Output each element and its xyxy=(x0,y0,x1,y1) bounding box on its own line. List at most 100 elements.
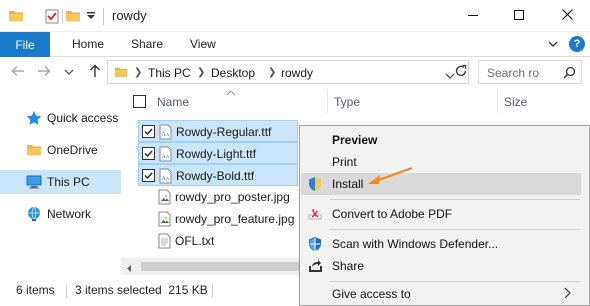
menu-item-give-access[interactable]: Give access to xyxy=(301,283,581,305)
status-separator xyxy=(212,284,213,298)
menu-item-label: Give access to xyxy=(332,287,411,301)
title-bar: rowdy xyxy=(0,0,590,32)
computer-icon xyxy=(26,174,42,190)
column-header-name[interactable]: Name xyxy=(157,95,189,109)
search-input[interactable]: Search ro xyxy=(487,66,539,80)
address-bar[interactable]: ❯ This PC ❯ Desktop ❯ rowdy xyxy=(107,60,469,84)
menu-item-install[interactable]: Install xyxy=(301,173,581,195)
folder-icon xyxy=(26,142,42,158)
forward-arrow-icon xyxy=(37,65,51,80)
file-row[interactable]: AA Rowdy-Regular.ttf xyxy=(138,120,298,142)
file-name: OFL.txt xyxy=(175,234,215,248)
file-row[interactable]: AA Rowdy-Bold.ttf xyxy=(138,164,298,186)
menu-separator xyxy=(330,281,580,282)
file-name: Rowdy-Light.ttf xyxy=(176,147,257,161)
sidebar-item-this-pc[interactable]: This PC xyxy=(0,170,121,194)
star-icon xyxy=(26,110,42,126)
menu-item-label: Print xyxy=(332,155,357,169)
sidebar-item-label: This PC xyxy=(47,175,90,189)
column-divider[interactable] xyxy=(497,89,498,113)
close-icon xyxy=(561,9,573,23)
file-name: Rowdy-Regular.ttf xyxy=(176,125,272,139)
row-checkbox[interactable] xyxy=(142,147,155,160)
menu-item-print[interactable]: Print xyxy=(301,151,581,173)
menu-separator xyxy=(330,199,580,200)
scroll-left-icon[interactable] xyxy=(125,262,133,276)
up-arrow-icon xyxy=(89,64,101,81)
menu-item-scan-defender[interactable]: Scan with Windows Defender... xyxy=(301,233,581,255)
toolbar-separator xyxy=(62,9,63,24)
tab-file[interactable]: File xyxy=(0,32,50,57)
folder-icon xyxy=(8,8,24,27)
recent-locations-button[interactable] xyxy=(61,64,77,80)
sort-caret-icon xyxy=(226,85,236,99)
chevron-down-icon xyxy=(64,65,74,79)
menu-item-preview[interactable]: Preview xyxy=(301,129,581,151)
breadcrumb-this-pc[interactable]: This PC xyxy=(148,66,191,80)
back-button[interactable] xyxy=(10,64,26,80)
row-checkbox[interactable] xyxy=(142,125,155,138)
sidebar-item-network[interactable]: Network xyxy=(0,202,121,226)
file-row[interactable]: OFL.txt xyxy=(138,230,298,252)
breadcrumb-desktop[interactable]: Desktop xyxy=(211,66,255,80)
horizontal-scrollbar[interactable] xyxy=(121,258,301,275)
properties-icon[interactable] xyxy=(45,8,59,27)
forward-button[interactable] xyxy=(36,64,52,80)
expand-ribbon-icon[interactable] xyxy=(547,38,559,52)
network-icon xyxy=(26,206,42,222)
column-divider[interactable] xyxy=(327,89,328,113)
sidebar-item-quick-access[interactable]: Quick access xyxy=(0,106,121,130)
file-row[interactable]: rowdy_pro_feature.jpg xyxy=(138,208,298,230)
menu-item-convert-pdf[interactable]: Convert to Adobe PDF xyxy=(301,203,581,225)
up-button[interactable] xyxy=(87,64,103,80)
file-name: Rowdy-Bold.ttf xyxy=(176,169,255,183)
sidebar-item-label: Network xyxy=(47,207,92,221)
sidebar-item-label: Quick access xyxy=(47,111,119,125)
row-checkbox[interactable] xyxy=(142,169,155,182)
image-file-icon xyxy=(158,189,171,205)
scrollbar-thumb[interactable] xyxy=(141,262,301,271)
defender-icon xyxy=(307,236,323,252)
minimize-button[interactable] xyxy=(450,0,496,32)
column-header-type[interactable]: Type xyxy=(334,95,360,109)
help-icon[interactable]: ? xyxy=(569,36,585,52)
item-count: 6 items xyxy=(16,283,55,297)
maximize-icon xyxy=(514,9,524,23)
font-file-icon: AA xyxy=(159,146,172,162)
customize-quick-access-icon[interactable] xyxy=(86,10,96,24)
breadcrumb-arrow-icon[interactable]: ❯ xyxy=(268,67,276,78)
breadcrumb-arrow-icon[interactable]: ❯ xyxy=(197,67,205,78)
menu-item-share[interactable]: Share xyxy=(301,255,581,277)
text-file-icon xyxy=(158,233,171,249)
breadcrumb-rowdy[interactable]: rowdy xyxy=(281,66,313,80)
menu-item-label: Install xyxy=(332,177,364,191)
image-file-icon xyxy=(158,211,171,227)
tab-view[interactable]: View xyxy=(190,37,216,51)
tab-share[interactable]: Share xyxy=(131,37,163,51)
column-header-size[interactable]: Size xyxy=(504,95,527,109)
status-separator xyxy=(66,284,67,298)
refresh-icon xyxy=(454,64,468,81)
file-name: rowdy_pro_feature.jpg xyxy=(175,212,295,226)
file-row[interactable]: AA Rowdy-Light.ttf xyxy=(138,142,298,164)
maximize-button[interactable] xyxy=(496,0,542,32)
search-box[interactable]: Search ro xyxy=(478,60,582,84)
shield-icon xyxy=(307,176,323,192)
close-button[interactable] xyxy=(544,0,590,32)
refresh-button[interactable] xyxy=(453,64,469,80)
tab-home[interactable]: Home xyxy=(72,37,104,51)
search-icon[interactable] xyxy=(563,66,576,82)
breadcrumb-arrow-icon[interactable]: ❯ xyxy=(134,67,142,78)
new-folder-icon[interactable] xyxy=(65,8,81,27)
file-row[interactable]: rowdy_pro_poster.jpg xyxy=(138,186,298,208)
select-all-checkbox[interactable] xyxy=(133,95,146,108)
window-title: rowdy xyxy=(112,8,147,23)
menu-item-label: Preview xyxy=(332,133,378,147)
menu-item-label: Convert to Adobe PDF xyxy=(332,207,453,221)
context-menu: Preview Print Install Convert to Adobe P… xyxy=(299,125,590,306)
back-arrow-icon xyxy=(11,65,25,80)
minimize-icon xyxy=(468,9,478,23)
sidebar-item-onedrive[interactable]: OneDrive xyxy=(0,138,121,162)
sidebar-item-label: OneDrive xyxy=(47,143,98,157)
adobe-pdf-icon xyxy=(307,206,323,222)
